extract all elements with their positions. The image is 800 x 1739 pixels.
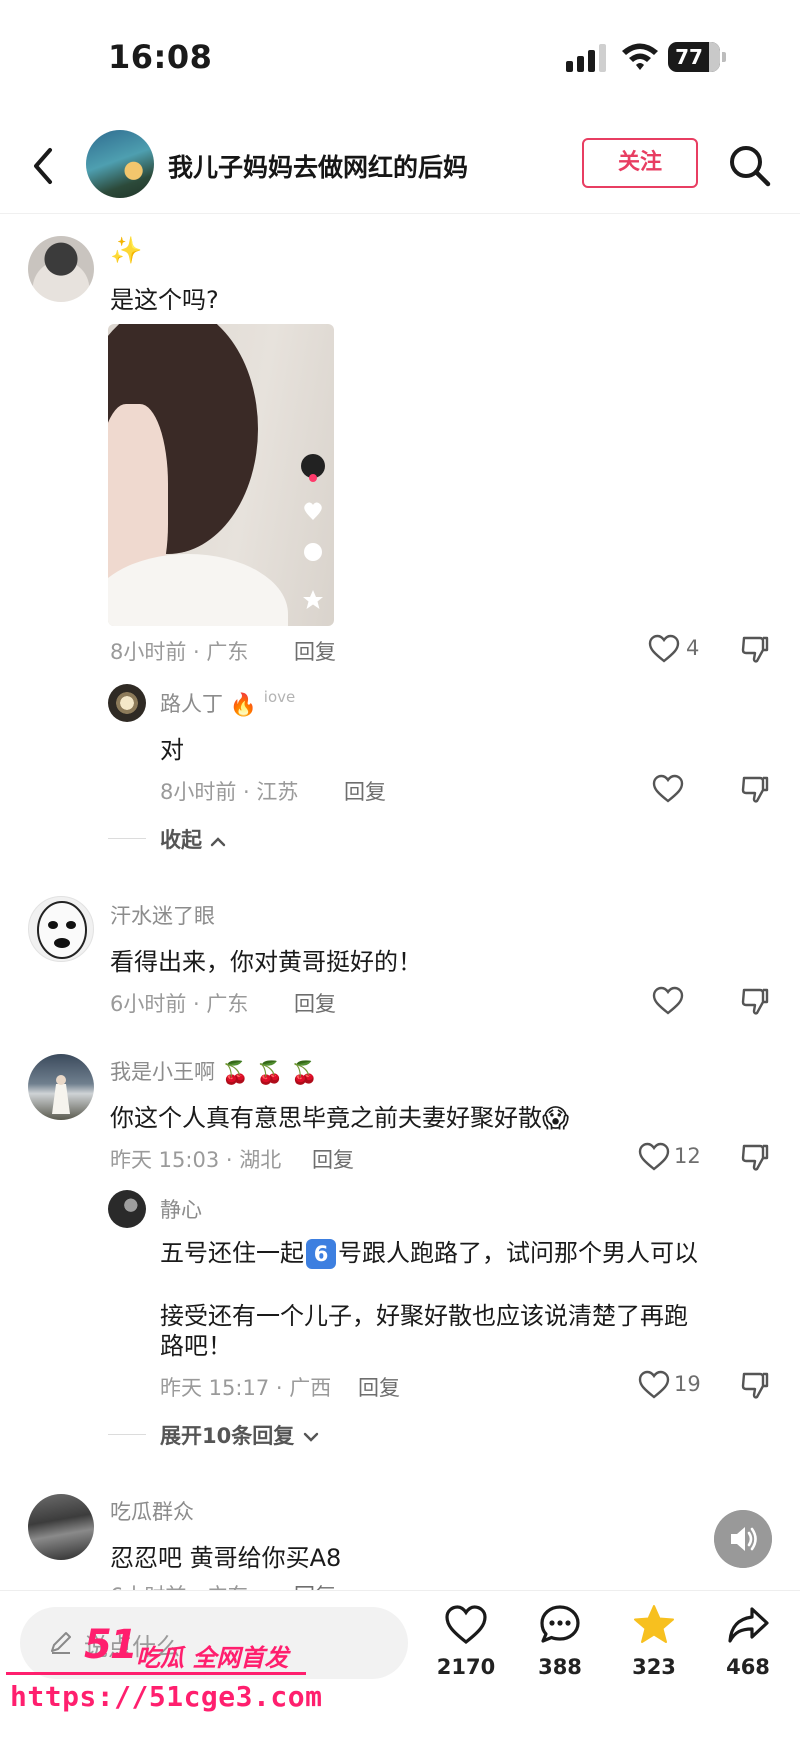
heart-icon[interactable] <box>638 1370 670 1400</box>
share-arrow-icon <box>728 1607 769 1643</box>
author-avatar[interactable] <box>86 130 154 198</box>
like-count: 19 <box>674 1372 701 1396</box>
comment-meta: 昨天 15:03 · 湖北 <box>110 1148 282 1172</box>
comment-text: 看得出来，你对黄哥挺好的！ <box>110 948 422 976</box>
comment-text: 你这个人真有意思毕竟之前夫妻好聚好散😱 <box>110 1104 570 1134</box>
fold-divider <box>108 1434 146 1435</box>
reply-text: 五号还住一起 6 号跟人跑路了，试问那个男人可以 <box>160 1239 698 1269</box>
share-count: 468 <box>726 1655 770 1679</box>
battery-level: 77 <box>675 45 703 69</box>
commenter-avatar[interactable] <box>28 1494 94 1560</box>
reply-meta: 昨天 15:17 · 广西 <box>160 1376 332 1400</box>
video-thumbnail[interactable] <box>108 324 334 626</box>
dislike-icon[interactable] <box>740 774 770 804</box>
reply-button[interactable]: 回复 <box>344 776 386 806</box>
replier-avatar[interactable] <box>108 684 146 722</box>
reply-meta: 8小时前 · 江苏 <box>160 780 299 804</box>
replier-name[interactable]: 路人丁 🔥 iove <box>160 688 295 718</box>
keycap-six-icon: 6 <box>306 1239 336 1269</box>
favorite-button[interactable]: 323 <box>614 1603 694 1703</box>
cherries-icon: 🍒 🍒 🍒 <box>221 1060 318 1086</box>
cellular-signal-icon <box>566 44 606 72</box>
page-header: 我儿子妈妈去做网红的后妈 关注 <box>0 118 800 214</box>
comment-bubble-icon <box>540 1605 580 1643</box>
comment-meta-partial: 6小时前 · 广东 回复 <box>0 1578 800 1590</box>
commenter-name[interactable]: 汗水迷了眼 <box>110 900 215 930</box>
favorite-count: 323 <box>632 1655 676 1679</box>
heart-icon[interactable] <box>638 1142 670 1172</box>
comment-button[interactable]: 388 <box>520 1603 600 1703</box>
commenter-avatar[interactable] <box>28 1054 94 1120</box>
battery-indicator: 77 <box>668 42 726 72</box>
heart-icon[interactable] <box>652 986 684 1016</box>
reply-button[interactable]: 回复 <box>294 636 336 666</box>
reply-button[interactable]: 回复 <box>358 1372 400 1402</box>
commenter-avatar[interactable] <box>28 236 94 302</box>
follow-button[interactable]: 关注 <box>582 138 698 188</box>
video-side-actions-icon <box>301 454 325 609</box>
replier-avatar[interactable] <box>108 1190 146 1228</box>
dislike-icon[interactable] <box>740 1370 770 1400</box>
chevron-down-icon <box>303 1432 318 1442</box>
share-button[interactable]: 468 <box>708 1603 788 1703</box>
replier-name[interactable]: 静心 <box>160 1194 202 1224</box>
like-count: 4 <box>686 636 700 660</box>
heart-icon[interactable] <box>652 774 684 804</box>
reply-text-line: 接受还有一个儿子，好聚好散也应该说清楚了再跑 <box>160 1302 688 1330</box>
dislike-icon[interactable] <box>740 634 770 664</box>
like-count: 12 <box>674 1144 701 1168</box>
chevron-up-icon <box>211 837 226 847</box>
wifi-icon <box>622 43 658 70</box>
comment-meta: 8小时前 · 广东 <box>110 640 249 664</box>
comment-text: 忍忍吧 黄哥给你买A8 <box>110 1544 342 1572</box>
back-icon[interactable] <box>28 146 58 186</box>
dislike-icon[interactable] <box>740 986 770 1016</box>
commenter-name[interactable]: 吃瓜群众 <box>110 1496 194 1526</box>
like-count: 2170 <box>436 1655 496 1679</box>
collapse-replies-button[interactable]: 收起 <box>160 824 227 854</box>
pencil-icon <box>51 1632 71 1654</box>
fire-icon: 🔥 <box>229 692 258 718</box>
reply-button[interactable]: 回复 <box>294 988 336 1018</box>
comment-text: 是这个吗? <box>110 286 219 314</box>
watermark-slogan: 吃瓜 全网首发 <box>136 1644 289 1672</box>
watermark-divider <box>6 1672 306 1675</box>
status-time: 16:08 <box>108 38 213 76</box>
reply-button[interactable]: 回复 <box>312 1144 354 1174</box>
comment-count: 388 <box>538 1655 582 1679</box>
comment-meta: 6小时前 · 广东 <box>110 992 249 1016</box>
heart-icon[interactable] <box>648 634 680 664</box>
battery-icon: 77 <box>668 42 720 72</box>
like-button[interactable]: 2170 <box>426 1603 506 1703</box>
expand-replies-button[interactable]: 展开10条回复 <box>160 1420 320 1450</box>
search-icon[interactable] <box>728 144 772 188</box>
commenter-avatar[interactable] <box>28 896 94 962</box>
heart-icon <box>445 1605 487 1645</box>
reply-text: 对 <box>160 736 184 764</box>
watermark-url: https://51cge3.com <box>10 1680 323 1713</box>
reply-text-line: 路吧！ <box>160 1332 232 1360</box>
status-bar: 16:08 77 <box>0 0 800 110</box>
commenter-name[interactable]: 我是小王啊 🍒 🍒 🍒 <box>110 1056 318 1086</box>
speaker-icon[interactable] <box>714 1510 772 1568</box>
watermark-logo: 51 <box>84 1622 138 1668</box>
screaming-face-icon: 😱 <box>542 1104 570 1134</box>
dislike-icon[interactable] <box>740 1142 770 1172</box>
fold-divider <box>108 838 146 839</box>
star-icon <box>634 1605 674 1643</box>
commenter-name[interactable]: ✨ <box>110 236 142 266</box>
page-title[interactable]: 我儿子妈妈去做网红的后妈 <box>168 148 468 184</box>
